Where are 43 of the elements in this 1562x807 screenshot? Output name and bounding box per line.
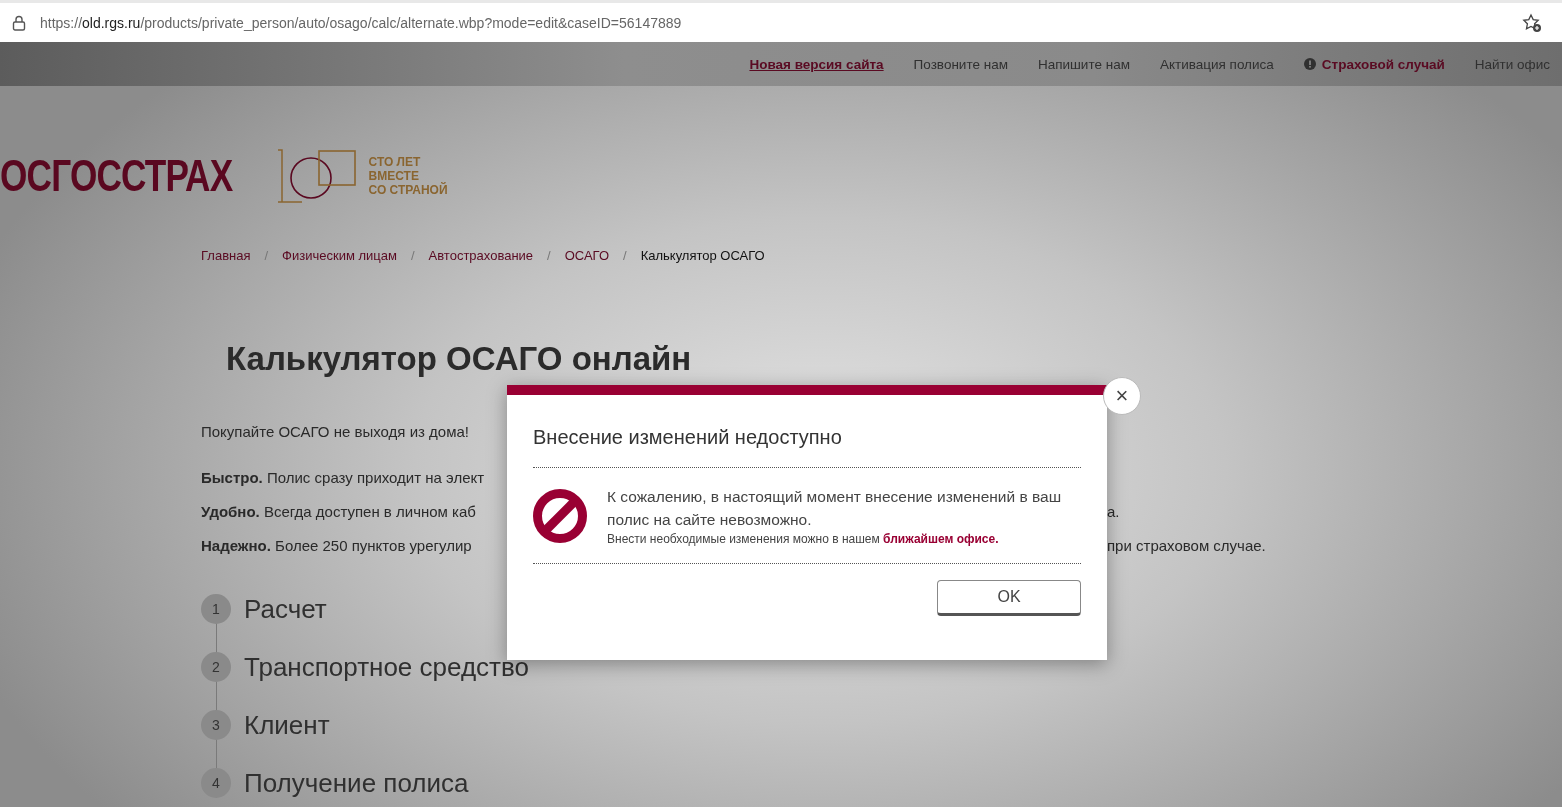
bookmark-star-icon[interactable] [1522, 12, 1542, 33]
feature-text: при страховом случае. [1107, 536, 1267, 556]
breadcrumb-link[interactable]: ОСАГО [564, 248, 609, 263]
close-button[interactable]: × [1103, 377, 1141, 415]
intro-text: Покупайте ОСАГО не выходя из дома! [201, 422, 469, 442]
dialog-message: К сожалению, в настоящий момент внесение изменений в ваш полис на сайте невозможно. [607, 487, 1063, 530]
dialog-title: Внесение изменений недоступно [533, 425, 843, 449]
logo-tagline: СТО ЛЕТ [368, 155, 422, 169]
breadcrumb-separator: / [410, 248, 415, 263]
dialog-note: Внести необходимые изменения можно в нашем ближайшем офисе. [607, 531, 1000, 547]
alert-icon [1303, 58, 1316, 70]
breadcrumb-separator: / [547, 248, 551, 263]
prohibited-icon [533, 489, 587, 543]
feature-text: а. [1107, 502, 1121, 522]
nav-link[interactable]: Активация полиса [1159, 56, 1274, 72]
feature-text: Надежно. Более 250 пунктов урегулир [201, 536, 473, 556]
office-link[interactable]: ближайшем офисе. [883, 532, 999, 546]
lock-icon [12, 14, 26, 31]
breadcrumb-link[interactable]: Автострахование [428, 248, 534, 263]
feature-text: Быстро. Полис сразу приходит на элект [201, 468, 486, 488]
breadcrumb-separator: / [623, 248, 627, 263]
step-number: 4 [201, 768, 231, 798]
nav-link[interactable]: Новая версия сайта [749, 56, 884, 72]
nav-link[interactable]: Позвоните нам [913, 56, 1008, 72]
logo-tagline: СО СТРАНОЙ [368, 183, 448, 197]
step-label: Клиент [244, 709, 330, 741]
step-label: Получение полиса [244, 767, 469, 799]
step-label: Транспортное средство [244, 651, 529, 683]
breadcrumb-separator: / [264, 248, 269, 263]
brand-logo[interactable]: ОСГОССТРАХ [0, 151, 233, 201]
feature-text: Удобно. Всегда доступен в личном каб [201, 502, 477, 522]
logo-tagline: ВМЕСТЕ [368, 169, 419, 183]
nav-link[interactable]: Напишите нам [1037, 56, 1130, 72]
breadcrumb-link[interactable]: Главная [201, 248, 251, 263]
ok-button[interactable]: OK [937, 580, 1081, 616]
page-title: Калькулятор ОСАГО онлайн [226, 339, 693, 379]
step-number: 2 [201, 652, 231, 682]
breadcrumb-link[interactable]: Калькулятор ОСАГО [640, 248, 765, 263]
step-number: 3 [201, 710, 231, 740]
step-number: 1 [201, 594, 231, 624]
step-label: Расчет [244, 593, 327, 625]
breadcrumb-link[interactable]: Физическим лицам [282, 248, 397, 263]
anniversary-logo-icon [276, 148, 359, 204]
